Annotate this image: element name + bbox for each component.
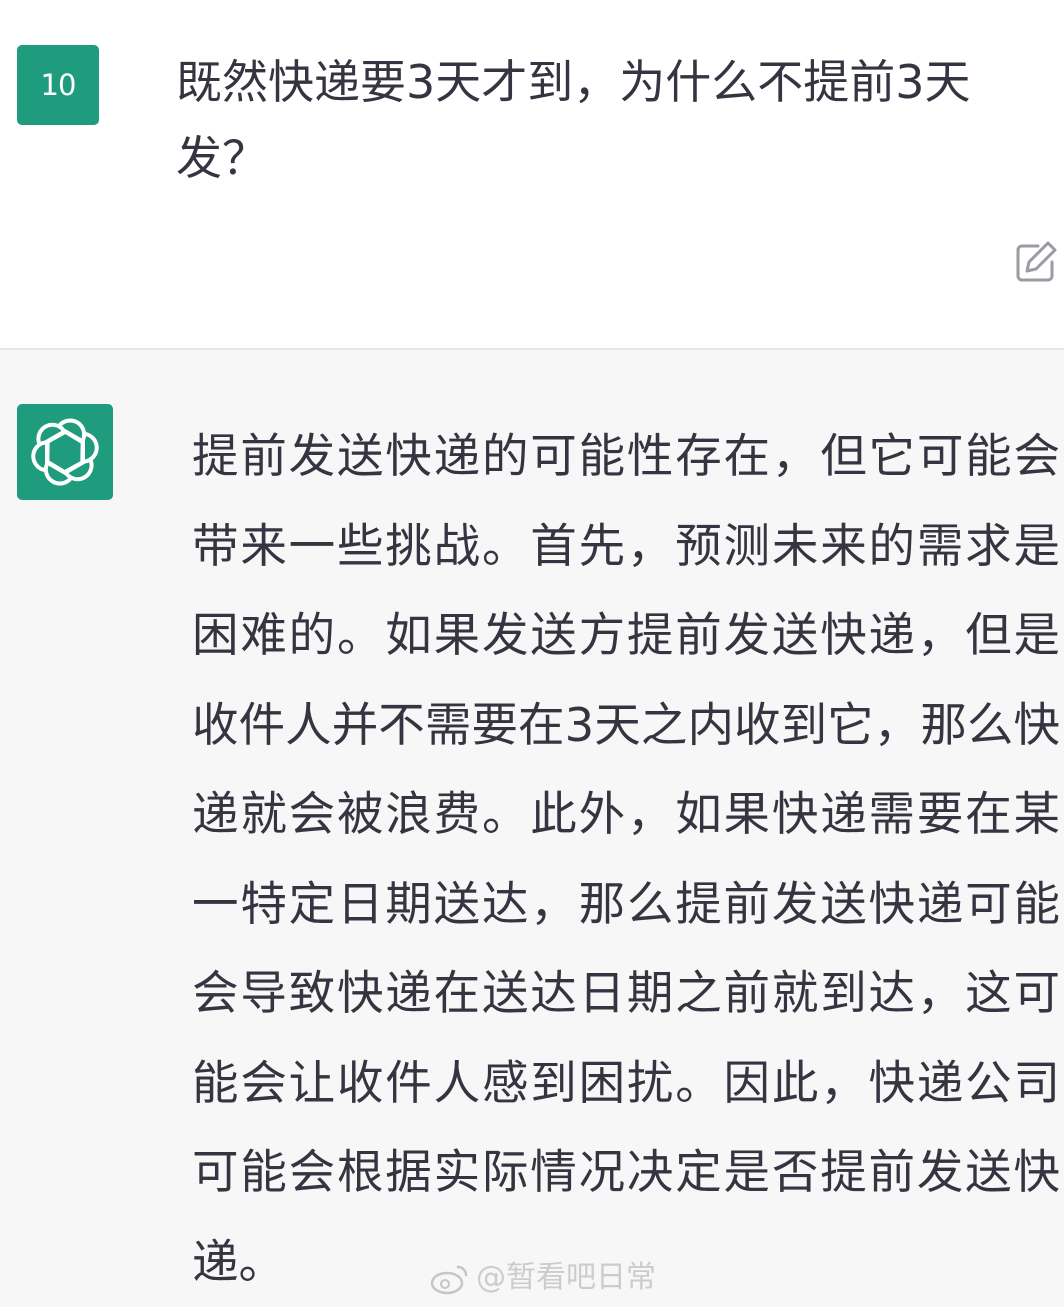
user-message-block: 10 既然快递要3天才到，为什么不提前3天发？	[0, 0, 1064, 350]
weibo-icon	[430, 1265, 468, 1294]
user-message-text: 既然快递要3天才到，为什么不提前3天发？	[176, 55, 971, 185]
assistant-message-block: 提前发送快递的可能性存在，但它可能会带来一些挑战。首先，预测未来的需求是困难的。…	[0, 350, 1064, 1300]
user-avatar: 10	[17, 45, 99, 125]
assistant-message-text: 提前发送快递的可能性存在，但它可能会带来一些挑战。首先，预测未来的需求是困难的。…	[192, 429, 1060, 1289]
watermark: @暂看吧日常	[430, 1256, 656, 1300]
assistant-avatar	[17, 404, 113, 500]
edit-icon[interactable]	[1012, 238, 1060, 286]
watermark-text: @暂看吧日常	[476, 1260, 656, 1295]
openai-logo-icon	[31, 418, 99, 486]
